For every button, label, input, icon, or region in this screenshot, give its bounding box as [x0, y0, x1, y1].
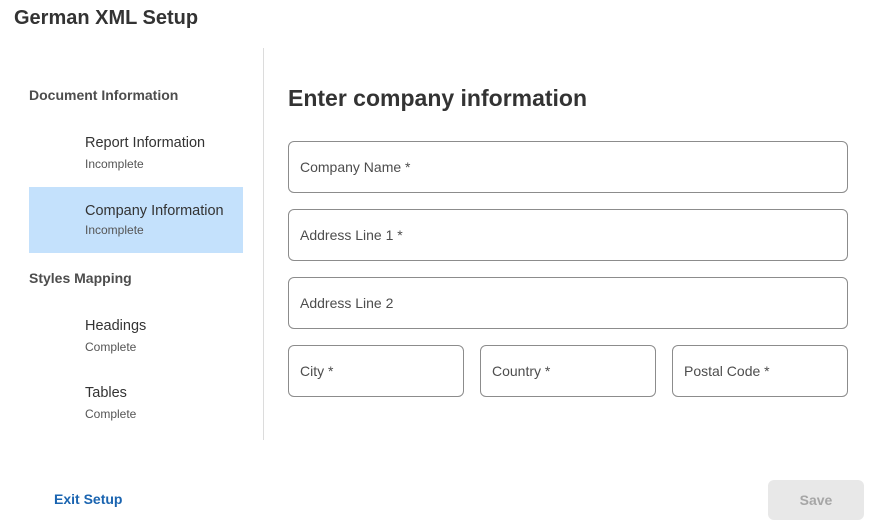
sidebar-item-status: Complete [85, 407, 137, 421]
exit-setup-link[interactable]: Exit Setup [54, 491, 122, 507]
sidebar-item-company-information[interactable]: Company Information Incomplete [29, 187, 243, 253]
sidebar-item-label: Company Information [85, 203, 224, 219]
country-field-box [480, 345, 656, 397]
address-line-2-field-box [288, 277, 848, 329]
company-name-input[interactable] [289, 142, 847, 192]
sidebar-item-label: Report Information [85, 135, 206, 151]
app-title: German XML Setup [14, 7, 199, 29]
sidebar-item-label: Tables [85, 385, 127, 401]
address-line-1-field-box [288, 209, 848, 261]
sidebar-item-label: Headings [85, 318, 147, 334]
company-name-field-box [288, 141, 848, 193]
city-input[interactable] [289, 346, 463, 396]
setup-sidebar: Document Information Report Information … [0, 48, 264, 440]
country-input[interactable] [481, 346, 655, 396]
sidebar-item-headings[interactable]: Headings Complete [29, 318, 243, 384]
save-button[interactable]: Save [768, 480, 864, 520]
section-label-styles-mapping: Styles Mapping [29, 270, 132, 286]
setup-page: German XML Setup Document Information Re… [0, 0, 886, 531]
postal-code-input[interactable] [673, 346, 847, 396]
sidebar-item-status: Complete [85, 340, 137, 354]
sidebar-item-status: Incomplete [85, 223, 144, 237]
postal-code-field-box [672, 345, 848, 397]
sidebar-item-tables[interactable]: Tables Complete [29, 385, 243, 451]
address-line-2-input[interactable] [289, 278, 847, 328]
address-line-1-input[interactable] [289, 210, 847, 260]
city-field-box [288, 345, 464, 397]
sidebar-item-status: Incomplete [85, 157, 144, 171]
page-title: Enter company information [288, 85, 588, 111]
section-label-document-information: Document Information [29, 87, 179, 103]
